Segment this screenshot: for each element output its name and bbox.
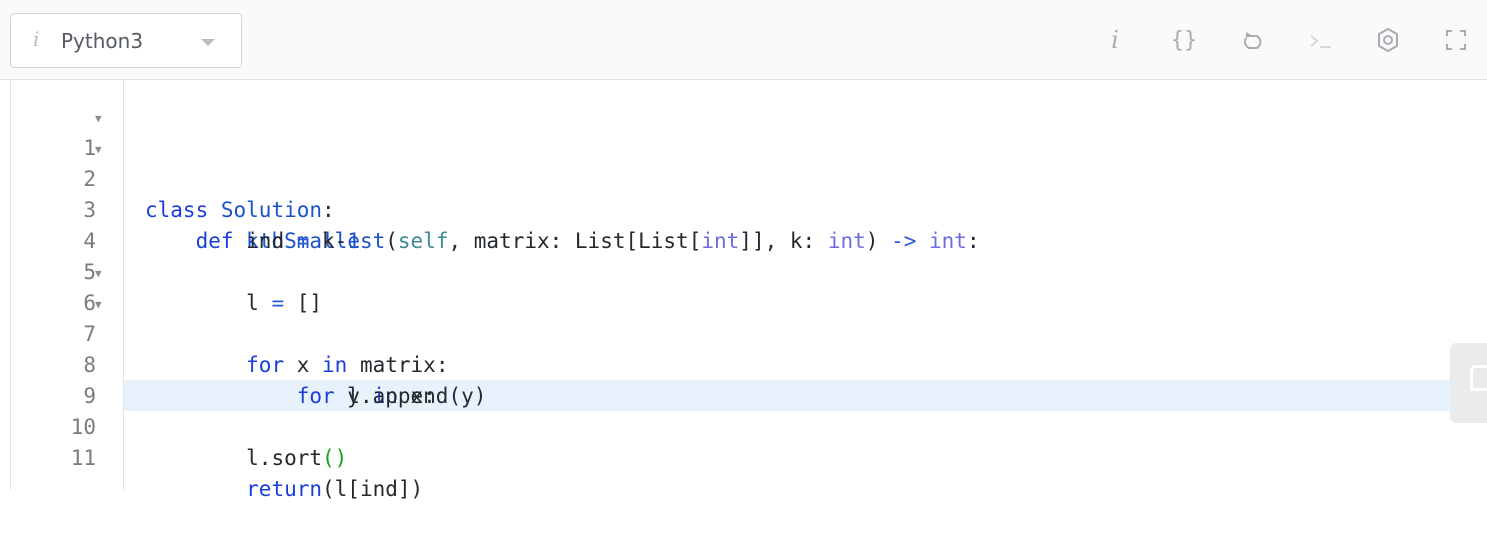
fullscreen-icon[interactable] (1438, 22, 1474, 58)
code-line[interactable]: 4 (11, 195, 1487, 253)
code-text: l.sort() (246, 446, 348, 470)
code-lines: 1 ▼ class Solution: 2 ▼ def kthSmallest(… (11, 102, 1487, 501)
reset-icon[interactable] (1235, 22, 1271, 58)
info-icon: i (33, 27, 40, 51)
settings-icon[interactable] (1370, 22, 1406, 58)
code-editor[interactable]: 1 ▼ class Solution: 2 ▼ def kthSmallest(… (10, 80, 1487, 501)
side-panel-toggle[interactable] (1450, 343, 1487, 423)
code-line[interactable]: 1 ▼ class Solution: (11, 102, 1487, 222)
code-line[interactable]: 11 return(l[ind]) (11, 412, 1487, 501)
fold-toggle-icon[interactable]: ▼ (95, 103, 102, 134)
braces-icon[interactable]: {} (1166, 22, 1202, 58)
fold-toggle-icon[interactable]: ▼ (95, 134, 102, 165)
panel-icon (1470, 365, 1487, 391)
code-line-active[interactable]: 10 l.sort() (11, 381, 1487, 470)
code-line[interactable]: 6 ▼ for x in matrix: (11, 257, 1487, 377)
code-line[interactable]: 7 ▼ for y in x: (11, 288, 1487, 408)
line-number: 11 (70, 446, 96, 470)
info-icon[interactable]: i (1097, 22, 1133, 58)
chevron-down-icon (201, 39, 215, 46)
editor-toolbar: i Python3 i {} (0, 0, 1487, 80)
code-line[interactable]: 8 l.append(y) (11, 319, 1487, 408)
fold-toggle-icon[interactable]: ▼ (95, 258, 102, 289)
code-line[interactable]: 5 l = [] (11, 226, 1487, 315)
console-icon[interactable] (1303, 22, 1339, 58)
language-select[interactable]: i Python3 (10, 13, 242, 68)
code-line[interactable]: 2 ▼ def kthSmallest(self, matrix: List[L… (11, 133, 1487, 253)
code-line[interactable]: 9 (11, 350, 1487, 408)
code-line[interactable]: 3 ind = k-1 (11, 164, 1487, 253)
language-label: Python3 (61, 29, 144, 53)
fold-toggle-icon[interactable]: ▼ (95, 289, 102, 320)
